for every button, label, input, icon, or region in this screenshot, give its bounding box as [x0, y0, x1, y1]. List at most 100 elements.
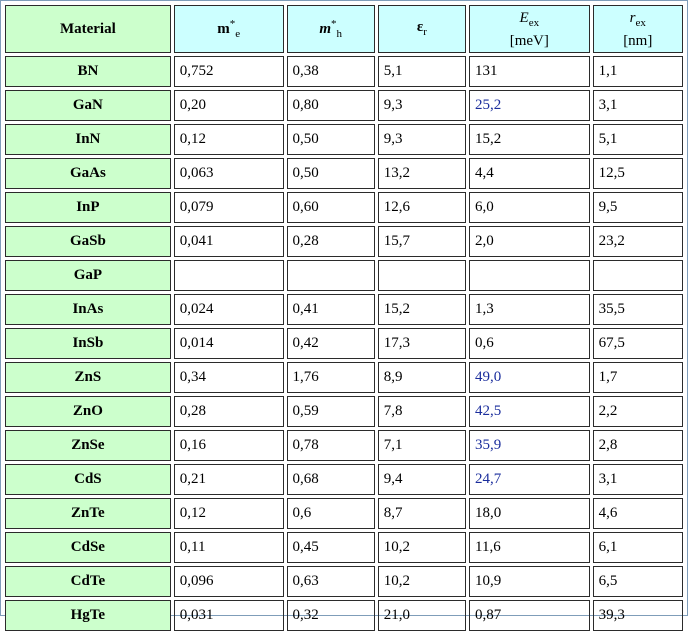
- dielectric-cell: 17,3: [377, 328, 467, 359]
- exciton-energy-cell: 0,6: [469, 328, 590, 359]
- table-row: ZnSe 0,16 0,78 7,1 35,9 2,8: [5, 430, 683, 461]
- table-row: InN 0,12 0,50 9,3 15,2 5,1: [5, 124, 683, 155]
- electron-mass-cell: [173, 260, 284, 291]
- table-row: ZnS 0,34 1,76 8,9 49,0 1,7: [5, 362, 683, 393]
- exciton-radius-cell: 23,2: [592, 226, 683, 257]
- exciton-energy-cell: 4,4: [469, 158, 590, 189]
- dielectric-cell: 8,9: [377, 362, 467, 393]
- exciton-radius-cell: 4,6: [592, 498, 683, 529]
- electron-mass-cell: 0,752: [173, 56, 284, 87]
- exciton-radius-cell: 67,5: [592, 328, 683, 359]
- electron-mass-cell: 0,16: [173, 430, 284, 461]
- table-row: InSb 0,014 0,42 17,3 0,6 67,5: [5, 328, 683, 359]
- table-row: ZnO 0,28 0,59 7,8 42,5 2,2: [5, 396, 683, 427]
- exciton-energy-cell: 18,0: [469, 498, 590, 529]
- material-cell: BN: [5, 56, 171, 87]
- dielectric-cell: 10,2: [377, 566, 467, 597]
- material-cell: GaN: [5, 90, 171, 121]
- material-cell: InAs: [5, 294, 171, 325]
- table-row: GaAs 0,063 0,50 13,2 4,4 12,5: [5, 158, 683, 189]
- dielectric-cell: 13,2: [377, 158, 467, 189]
- material-cell: ZnO: [5, 396, 171, 427]
- electron-mass-cell: 0,12: [173, 498, 284, 529]
- header-exciton-radius: rex [nm]: [592, 5, 683, 53]
- exciton-energy-cell: 49,0: [469, 362, 590, 393]
- material-cell: GaAs: [5, 158, 171, 189]
- exciton-energy-cell: 42,5: [469, 396, 590, 427]
- exciton-radius-cell: 6,5: [592, 566, 683, 597]
- material-cell: CdS: [5, 464, 171, 495]
- electron-mass-cell: 0,21: [173, 464, 284, 495]
- exciton-radius-cell: 6,1: [592, 532, 683, 563]
- hole-mass-cell: 0,80: [286, 90, 375, 121]
- hole-mass-cell: 0,28: [286, 226, 375, 257]
- exciton-energy-cell: 11,6: [469, 532, 590, 563]
- table-row: CdTe 0,096 0,63 10,2 10,9 6,5: [5, 566, 683, 597]
- electron-mass-cell: 0,063: [173, 158, 284, 189]
- hole-mass-cell: 0,59: [286, 396, 375, 427]
- table-row: CdS 0,21 0,68 9,4 24,7 3,1: [5, 464, 683, 495]
- electron-mass-cell: 0,12: [173, 124, 284, 155]
- dielectric-cell: 9,3: [377, 124, 467, 155]
- exciton-radius-cell: 2,2: [592, 396, 683, 427]
- dielectric-cell: [377, 260, 467, 291]
- dielectric-cell: 15,7: [377, 226, 467, 257]
- exciton-energy-cell: 2,0: [469, 226, 590, 257]
- header-row: Material m*e m*h εr Eex [meV] rex [nm]: [5, 5, 683, 53]
- exciton-radius-cell: 2,8: [592, 430, 683, 461]
- table-row: BN 0,752 0,38 5,1 131 1,1: [5, 56, 683, 87]
- electron-mass-cell: 0,28: [173, 396, 284, 427]
- exciton-radius-cell: 1,1: [592, 56, 683, 87]
- exciton-energy-cell: 35,9: [469, 430, 590, 461]
- hole-mass-cell: [286, 260, 375, 291]
- electron-mass-cell: 0,11: [173, 532, 284, 563]
- header-material: Material: [5, 5, 171, 53]
- dielectric-cell: 7,8: [377, 396, 467, 427]
- material-properties-table: Material m*e m*h εr Eex [meV] rex [nm] B…: [2, 2, 686, 634]
- dielectric-cell: 10,2: [377, 532, 467, 563]
- electron-mass-cell: 0,014: [173, 328, 284, 359]
- electron-mass-cell: 0,079: [173, 192, 284, 223]
- hole-mass-cell: 0,50: [286, 124, 375, 155]
- header-exciton-energy: Eex [meV]: [469, 5, 590, 53]
- material-cell: InSb: [5, 328, 171, 359]
- hole-mass-cell: 0,63: [286, 566, 375, 597]
- exciton-energy-cell: 15,2: [469, 124, 590, 155]
- table-row: GaP: [5, 260, 683, 291]
- table-row: GaN 0,20 0,80 9,3 25,2 3,1: [5, 90, 683, 121]
- exciton-radius-cell: 3,1: [592, 90, 683, 121]
- material-cell: GaSb: [5, 226, 171, 257]
- table-row: InAs 0,024 0,41 15,2 1,3 35,5: [5, 294, 683, 325]
- exciton-energy-cell: 25,2: [469, 90, 590, 121]
- material-cell: ZnSe: [5, 430, 171, 461]
- electron-mass-cell: 0,024: [173, 294, 284, 325]
- hole-mass-cell: 0,45: [286, 532, 375, 563]
- exciton-radius-cell: 1,7: [592, 362, 683, 393]
- header-dielectric-constant: εr: [377, 5, 467, 53]
- electron-mass-cell: 0,20: [173, 90, 284, 121]
- dielectric-cell: 5,1: [377, 56, 467, 87]
- material-cell: ZnS: [5, 362, 171, 393]
- hole-mass-cell: 0,6: [286, 498, 375, 529]
- hole-mass-cell: 0,41: [286, 294, 375, 325]
- material-cell: GaP: [5, 260, 171, 291]
- exciton-energy-cell: 131: [469, 56, 590, 87]
- exciton-radius-cell: 3,1: [592, 464, 683, 495]
- hole-mass-cell: 0,78: [286, 430, 375, 461]
- exciton-radius-cell: 9,5: [592, 192, 683, 223]
- dielectric-cell: 9,4: [377, 464, 467, 495]
- exciton-radius-cell: 12,5: [592, 158, 683, 189]
- dielectric-cell: 12,6: [377, 192, 467, 223]
- exciton-energy-cell: 10,9: [469, 566, 590, 597]
- table-row: ZnTe 0,12 0,6 8,7 18,0 4,6: [5, 498, 683, 529]
- table-row: InP 0,079 0,60 12,6 6,0 9,5: [5, 192, 683, 223]
- hole-mass-cell: 0,60: [286, 192, 375, 223]
- hole-mass-cell: 1,76: [286, 362, 375, 393]
- material-cell: ZnTe: [5, 498, 171, 529]
- hole-mass-cell: 0,68: [286, 464, 375, 495]
- dielectric-cell: 9,3: [377, 90, 467, 121]
- hole-mass-cell: 0,38: [286, 56, 375, 87]
- material-cell: CdTe: [5, 566, 171, 597]
- exciton-radius-cell: 35,5: [592, 294, 683, 325]
- hole-mass-cell: 0,42: [286, 328, 375, 359]
